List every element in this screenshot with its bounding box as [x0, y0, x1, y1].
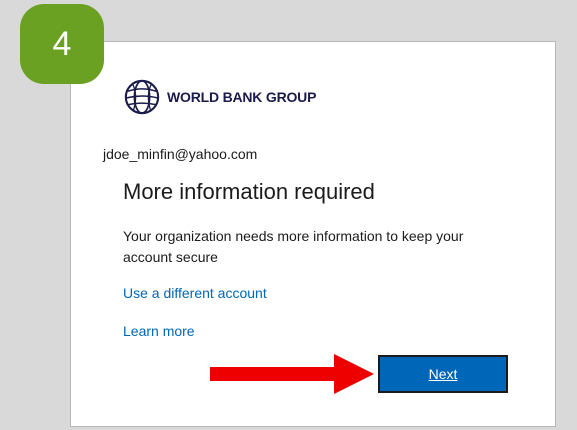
step-number-badge: 4 [20, 4, 104, 84]
next-button[interactable]: Next [378, 355, 508, 393]
page-title: More information required [123, 179, 375, 204]
logo-text: WORLD BANK GROUP [167, 89, 317, 105]
use-different-account-link[interactable]: Use a different account [123, 285, 267, 301]
learn-more-link[interactable]: Learn more [123, 323, 195, 339]
description-text: Your organization needs more information… [123, 228, 464, 265]
account-email: jdoe_minfin@yahoo.com [103, 146, 258, 162]
world-bank-group-logo: WORLD BANK GROUP [123, 78, 316, 116]
step-number: 4 [52, 24, 72, 63]
arrow-right-icon [210, 354, 374, 394]
globe-icon [123, 78, 161, 116]
